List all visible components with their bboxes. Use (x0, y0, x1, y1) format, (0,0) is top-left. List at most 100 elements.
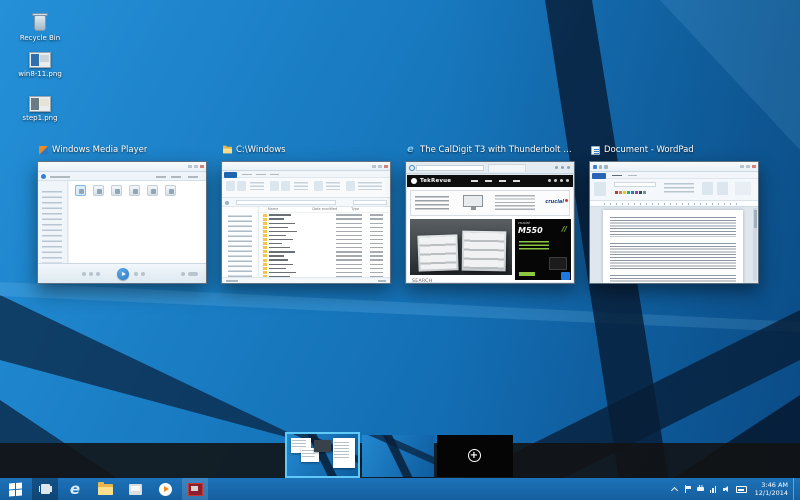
explorer-ribbon (222, 178, 390, 198)
wordpad-app-icon (591, 146, 600, 155)
learn-more-button (519, 272, 535, 276)
ie-browser-chrome (406, 162, 574, 174)
drive-enclosure-graphic (462, 231, 507, 272)
add-desktop-button[interactable]: + (437, 435, 513, 477)
paragraph-text-lines (610, 217, 736, 237)
plus-icon: + (468, 449, 481, 462)
playback-controls-icon (134, 272, 145, 276)
desktop-1-thumbnail[interactable] (285, 432, 360, 478)
ad-text-lines (415, 196, 449, 210)
explorer-file-list (260, 213, 389, 277)
taskbar-media-player[interactable] (152, 478, 178, 500)
taskview-window-wordpad[interactable]: Document - WordPad Document - WordPad (589, 161, 759, 284)
wordpad-titlebar: Document - WordPad (590, 162, 758, 172)
volume-controls-icon (181, 272, 198, 276)
taskbar-pinned-app[interactable] (122, 478, 148, 500)
font-color-swatches-icon (615, 191, 646, 194)
taskview-window-title-row: C:\Windows (223, 145, 391, 155)
site-nav-menu (471, 180, 520, 182)
taskview-window-ie[interactable]: e The CalDigit T3 with Thunderbolt 2: Re… (405, 161, 575, 284)
start-button[interactable] (2, 478, 28, 500)
wmp-library-pane (69, 181, 206, 263)
webpage-content: TekRevue crucial crucial // M (407, 175, 573, 282)
ad-product-name: M550 (518, 226, 543, 235)
clock-time: 3:46 AM (755, 481, 788, 489)
show-hidden-icons-button[interactable] (671, 485, 679, 493)
explorer-navigation-pane (222, 207, 259, 277)
window-caption-buttons-icon (372, 165, 388, 168)
search-section-label: SEARCH (412, 279, 433, 282)
network-icon[interactable] (710, 485, 718, 493)
column-name: Name (268, 207, 278, 212)
wordpad-window-thumbnail: Document - WordPad (589, 161, 759, 284)
desktop-icon-win8-11-png[interactable]: win8-11.png (8, 52, 72, 78)
recycle-bin-icon (31, 10, 49, 32)
mini-window (314, 440, 331, 452)
wmp-navigation-pane (38, 181, 68, 263)
play-button-icon (117, 268, 129, 280)
taskbar-running-app[interactable] (182, 478, 208, 500)
app-tile-icon (129, 484, 142, 495)
taskbar-clock[interactable]: 3:46 AM 12/1/2014 (752, 481, 788, 497)
column-type: Type (351, 207, 359, 212)
sidebar-ad-m550: crucial // M550 (515, 219, 571, 280)
taskview-window-explorer[interactable]: C:\Windows C:\Windows (221, 161, 391, 284)
playback-controls-icon (82, 272, 100, 276)
taskview-window-title-row: e The CalDigit T3 with Thunderbolt 2: Re… (407, 145, 575, 155)
wmp-window-thumbnail: Windows Media Player (37, 161, 207, 284)
windows-logo-icon (9, 482, 22, 496)
taskview-window-title: C:\Windows (236, 145, 286, 155)
system-tray: 3:46 AM 12/1/2014 (671, 478, 800, 500)
taskview-window-wmp[interactable]: Windows Media Player Windows Media Playe… (37, 161, 207, 284)
library-category-icon (93, 185, 104, 196)
explorer-window-thumbnail: C:\Windows (221, 161, 391, 284)
desktop-icon-step1-png[interactable]: step1.png (8, 96, 72, 122)
image-file-icon (29, 96, 51, 112)
library-category-icon (129, 185, 140, 196)
wordpad-ribbon-tabs (590, 172, 758, 179)
crucial-brand: crucial (545, 199, 564, 205)
task-view-button[interactable] (32, 478, 58, 500)
taskview-window-title-row: Document - WordPad (591, 145, 759, 155)
volume-icon[interactable] (723, 485, 731, 493)
power-icon[interactable] (697, 485, 705, 493)
wmp-toolbar (38, 172, 206, 181)
task-view-icon (39, 484, 52, 494)
desktop-icon-label: Recycle Bin (20, 34, 60, 42)
ie-address-bar (416, 165, 484, 171)
wmp-playback-bar (38, 263, 206, 283)
library-category-icon (165, 185, 176, 196)
ad-bullet-lines (495, 195, 535, 211)
internet-explorer-icon: e (70, 482, 80, 497)
tekrevue-logo-icon (411, 178, 417, 184)
app-tile-icon (188, 483, 203, 496)
mini-window (333, 438, 355, 468)
taskview-window-title-row: Windows Media Player (39, 145, 207, 155)
explorer-address-bar (222, 198, 390, 207)
wmp-titlebar: Windows Media Player (38, 162, 206, 172)
wordpad-document-area (590, 207, 758, 283)
taskbar-internet-explorer[interactable]: e (62, 478, 88, 500)
paragraph-text-lines (610, 243, 736, 269)
quick-access-toolbar-icon (593, 165, 608, 169)
media-player-icon (159, 483, 172, 496)
desktop-icon-recycle-bin[interactable]: Recycle Bin (8, 10, 72, 42)
desktop-2-thumbnail[interactable] (362, 435, 434, 477)
wordpad-ribbon (590, 179, 758, 201)
show-desktop-button[interactable] (793, 478, 796, 500)
article-photo (410, 219, 512, 275)
ad-bullet-lines (519, 241, 549, 251)
wmp-app-icon (39, 146, 48, 155)
folder-app-icon (223, 146, 232, 155)
drive-enclosure-graphic (417, 234, 458, 271)
chat-widget-icon (561, 272, 570, 280)
action-center-icon[interactable] (684, 485, 692, 493)
clock-date: 12/1/2014 (755, 489, 788, 497)
taskbar: e 3:46 AM 12/1/2014 (0, 478, 800, 500)
library-category-icon (147, 185, 158, 196)
scrollbar (753, 208, 757, 281)
taskbar-file-explorer[interactable] (92, 478, 118, 500)
touch-keyboard-icon[interactable] (736, 486, 747, 493)
ie-window-thumbnail: TekRevue crucial crucial // M (405, 161, 575, 284)
taskview-window-title: The CalDigit T3 with Thunderbolt 2: Revi… (420, 145, 575, 155)
